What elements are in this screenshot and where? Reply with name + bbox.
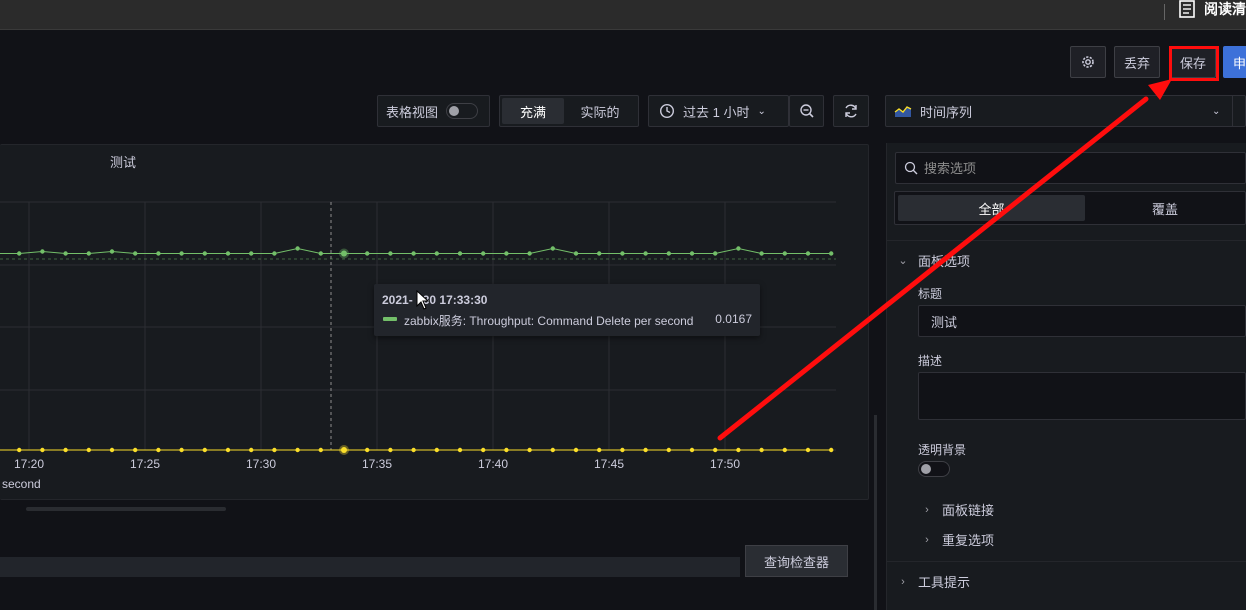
annotation-arrow <box>717 79 1172 441</box>
